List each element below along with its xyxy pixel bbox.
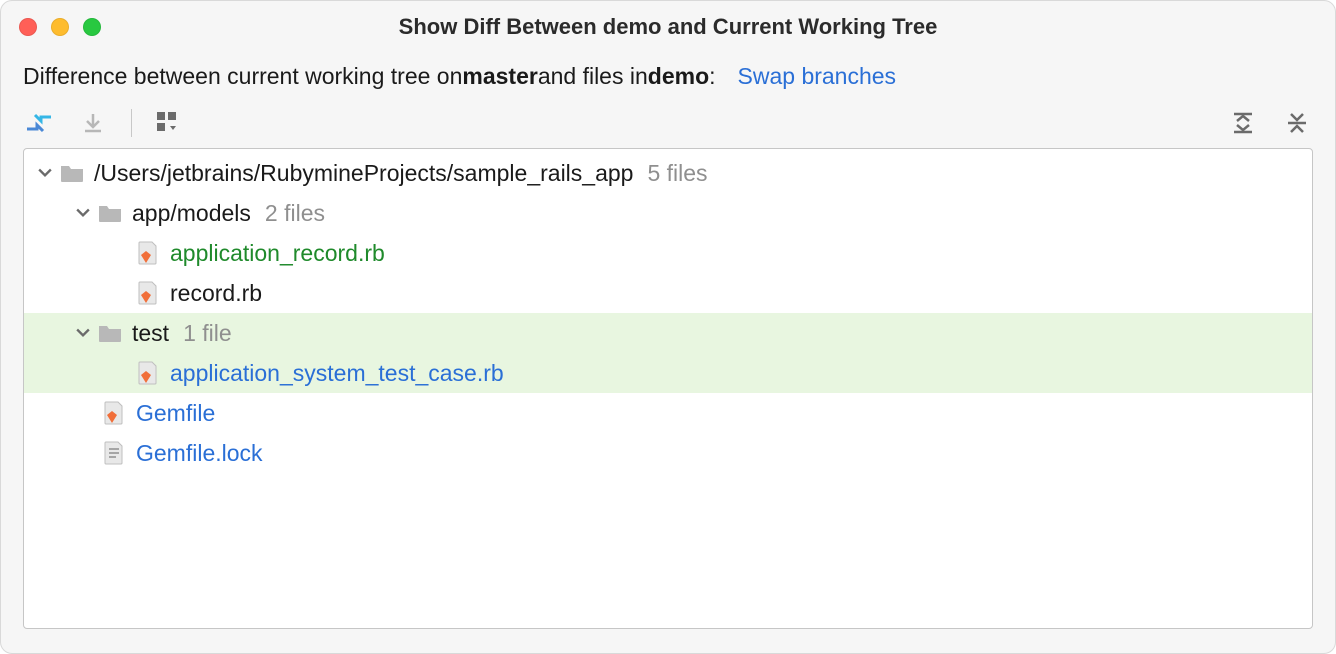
desc-suffix: : xyxy=(709,63,715,90)
file-name: Gemfile xyxy=(136,400,215,427)
file-name: Gemfile.lock xyxy=(136,440,263,467)
tree-file-row[interactable]: application_record.rb xyxy=(24,233,1312,273)
folder-name: app/models xyxy=(132,200,251,227)
ruby-file-icon xyxy=(136,281,160,305)
tree-folder-row[interactable]: app/models 2 files xyxy=(24,193,1312,233)
expand-all-icon[interactable] xyxy=(1227,108,1259,138)
desc-mid: and files in xyxy=(538,63,648,90)
tree-file-row[interactable]: Gemfile xyxy=(24,393,1312,433)
ruby-file-icon xyxy=(102,401,126,425)
root-path: /Users/jetbrains/RubymineProjects/sample… xyxy=(94,160,633,187)
collapse-all-icon[interactable] xyxy=(1281,108,1313,138)
folder-count: 2 files xyxy=(265,200,325,227)
titlebar: Show Diff Between demo and Current Worki… xyxy=(1,1,1335,53)
tree-file-row[interactable]: application_system_test_case.rb xyxy=(24,353,1312,393)
folder-count: 1 file xyxy=(183,320,232,347)
file-tree[interactable]: /Users/jetbrains/RubymineProjects/sample… xyxy=(23,148,1313,629)
file-name: application_record.rb xyxy=(170,240,385,267)
text-file-icon xyxy=(102,441,126,465)
toolbar-right xyxy=(1227,108,1313,138)
folder-icon xyxy=(60,161,84,185)
checkout-icon[interactable] xyxy=(77,108,109,138)
tree-folder-row[interactable]: test 1 file xyxy=(24,313,1312,353)
file-name: application_system_test_case.rb xyxy=(170,360,504,387)
group-by-icon[interactable] xyxy=(154,108,186,138)
tree-root-row[interactable]: /Users/jetbrains/RubymineProjects/sample… xyxy=(24,153,1312,193)
folder-name: test xyxy=(132,320,169,347)
chevron-down-icon[interactable] xyxy=(72,202,94,224)
toolbar xyxy=(1,104,1335,148)
ruby-file-icon xyxy=(136,361,160,385)
chevron-down-icon[interactable] xyxy=(34,162,56,184)
chevron-down-icon[interactable] xyxy=(72,322,94,344)
desc-branch2: demo xyxy=(648,63,709,90)
file-name: record.rb xyxy=(170,280,262,307)
desc-branch1: master xyxy=(462,63,537,90)
description-bar: Difference between current working tree … xyxy=(1,53,1335,104)
root-count: 5 files xyxy=(647,160,707,187)
window-title: Show Diff Between demo and Current Worki… xyxy=(1,14,1335,40)
tree-file-row[interactable]: Gemfile.lock xyxy=(24,433,1312,473)
ruby-file-icon xyxy=(136,241,160,265)
folder-icon xyxy=(98,321,122,345)
diff-window: Show Diff Between demo and Current Worki… xyxy=(0,0,1336,654)
folder-icon xyxy=(98,201,122,225)
toolbar-separator xyxy=(131,109,132,137)
swap-branches-link[interactable]: Swap branches xyxy=(738,63,897,90)
desc-prefix: Difference between current working tree … xyxy=(23,63,462,90)
tree-file-row[interactable]: record.rb xyxy=(24,273,1312,313)
show-diff-icon[interactable] xyxy=(23,108,55,138)
